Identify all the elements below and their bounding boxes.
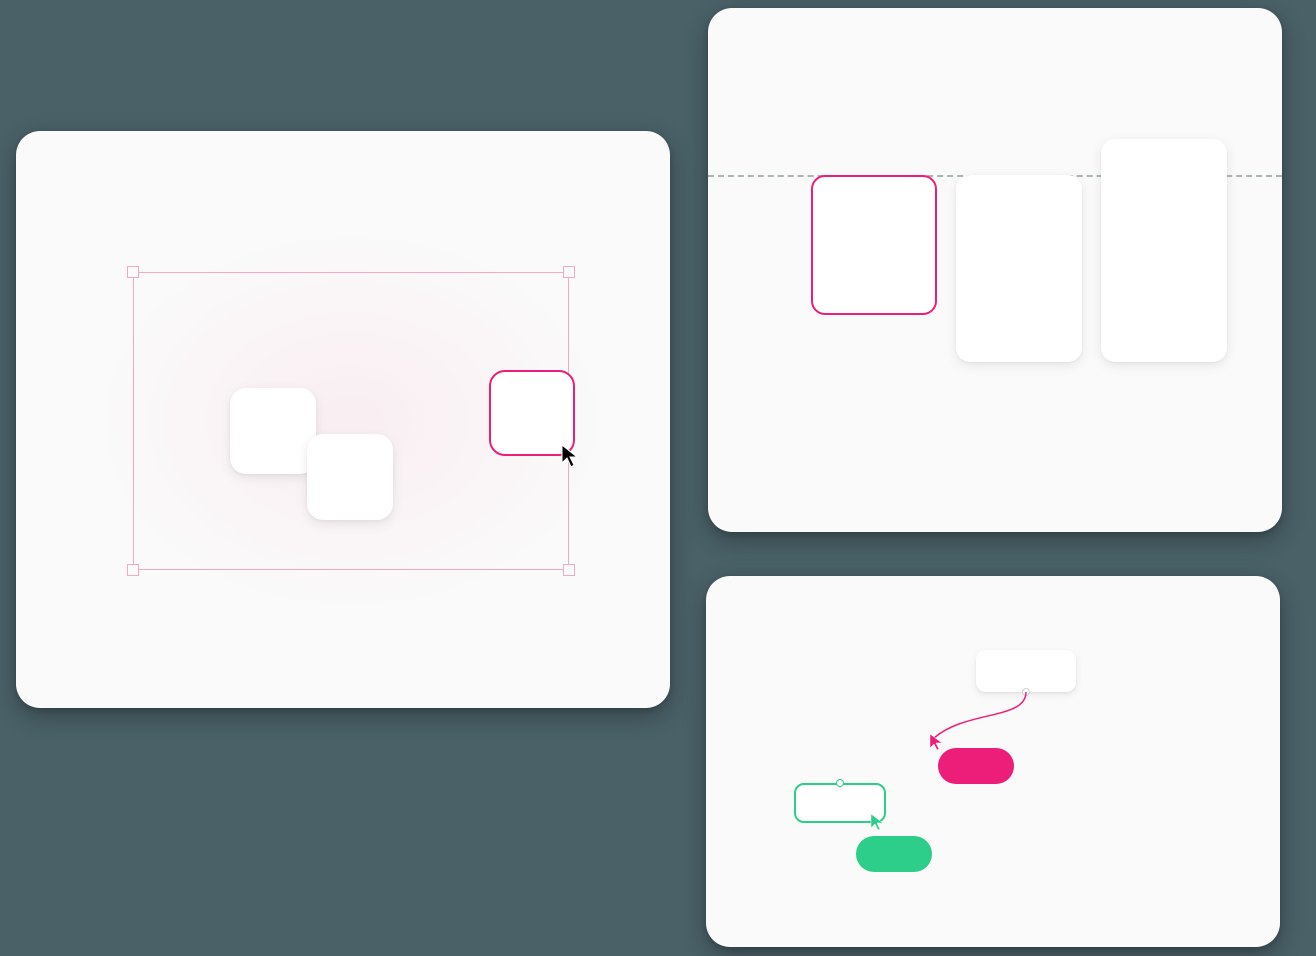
aligned-card-selected[interactable] (811, 175, 937, 315)
connection-port-icon[interactable] (1022, 688, 1030, 696)
connection-port-icon[interactable] (836, 779, 844, 787)
aligned-card[interactable] (956, 175, 1082, 362)
collaboration-panel (706, 576, 1280, 947)
collaborator-cursor-icon (928, 732, 944, 752)
canvas-card[interactable] (230, 388, 316, 474)
collaborator-cursor-icon (869, 812, 885, 832)
alignment-panel (708, 8, 1282, 532)
collaborator-label-pill (938, 748, 1014, 784)
flow-node[interactable] (976, 650, 1076, 692)
selection-handle-bottom-right[interactable] (563, 564, 575, 576)
selection-handle-top-right[interactable] (563, 266, 575, 278)
cursor-arrow-icon (560, 443, 580, 469)
selection-handle-bottom-left[interactable] (127, 564, 139, 576)
selection-panel (16, 131, 670, 708)
selection-handle-top-left[interactable] (127, 266, 139, 278)
canvas-card[interactable] (307, 434, 393, 520)
aligned-card[interactable] (1101, 139, 1227, 362)
collaborator-label-pill (856, 836, 932, 872)
